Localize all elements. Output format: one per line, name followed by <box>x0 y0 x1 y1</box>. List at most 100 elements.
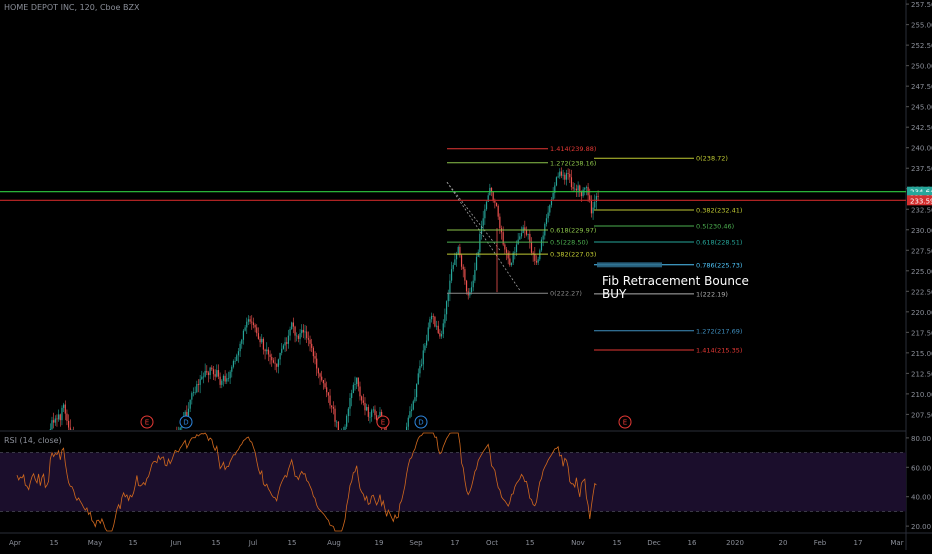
candle-body <box>191 393 193 400</box>
candle-body <box>247 319 250 322</box>
candle-body <box>277 359 280 367</box>
candle-body <box>251 321 253 323</box>
candle-body <box>519 236 521 240</box>
candle-body <box>572 187 574 189</box>
x-tick-label: Aug <box>327 539 341 547</box>
candle-body <box>474 269 476 281</box>
chart-title: HOME DEPOT INC, 120, Cboe BZX <box>4 3 140 12</box>
candle-body <box>196 384 198 393</box>
candle-body <box>272 360 275 363</box>
candle-body <box>246 321 248 328</box>
candle-body <box>439 333 441 337</box>
candle-body <box>287 335 289 344</box>
candle-body <box>552 192 554 200</box>
candle-body <box>412 401 414 410</box>
fib-level-label: 0.5(228.50) <box>550 239 588 247</box>
candle-body <box>534 254 536 261</box>
candle-body <box>224 375 226 382</box>
candle-body <box>455 254 458 260</box>
rsi-tick-label: 60.00 <box>911 464 931 472</box>
annotation-line2: BUY <box>602 287 627 301</box>
candle-body <box>362 400 364 403</box>
x-tick-label: 17 <box>854 539 863 547</box>
candle-body <box>216 370 218 377</box>
candle-body <box>555 177 558 186</box>
candle-body <box>301 329 303 334</box>
y-tick-label: 210.00 <box>911 391 932 399</box>
candle-body <box>367 407 369 417</box>
fib-zone-highlight <box>597 262 662 268</box>
x-tick-label: Nov <box>571 539 585 547</box>
candle-body <box>257 333 260 339</box>
candle-body <box>329 395 331 406</box>
candle-body <box>49 429 51 430</box>
x-tick-label: 20 <box>779 539 788 547</box>
event-marker-label: E <box>623 419 627 427</box>
candle-body <box>585 187 588 188</box>
candle-body <box>286 342 288 344</box>
candle-body <box>202 376 205 378</box>
candle-body <box>429 319 431 328</box>
candle-body <box>372 409 374 411</box>
candle-body <box>317 368 319 374</box>
candle-body <box>351 393 353 398</box>
candle-body <box>567 173 569 174</box>
candle-body <box>309 339 311 344</box>
candle-body <box>505 249 508 253</box>
candle-body <box>254 324 256 328</box>
candle-body <box>306 331 308 339</box>
rsi-tick-label: 40.00 <box>911 494 931 502</box>
candle-body <box>540 239 543 251</box>
candle-body <box>574 188 576 190</box>
fib-level-label: 1.272(217.69) <box>696 327 742 335</box>
candle-body <box>54 418 56 423</box>
candle-body <box>542 235 544 240</box>
price-chart[interactable]: 1.414(239.88) 1.272(238.16) 0.618(229.97) 0… <box>0 0 932 550</box>
candle-body <box>282 345 284 349</box>
candle-body <box>570 177 573 188</box>
candle-body <box>209 367 211 376</box>
candle-body <box>437 325 439 334</box>
candle-body <box>197 384 200 385</box>
y-tick-label: 217.50 <box>911 329 932 337</box>
candle-body <box>495 202 498 206</box>
candle-body <box>547 212 549 219</box>
candle-body <box>374 409 376 416</box>
candle-body <box>470 287 473 293</box>
candle-body <box>337 421 339 430</box>
candle-body <box>232 361 235 367</box>
candle-body <box>409 411 411 418</box>
candle-body <box>520 233 523 237</box>
y-tick-label: 242.50 <box>911 124 932 132</box>
candle-body <box>211 367 213 370</box>
candle-body <box>549 205 551 213</box>
candle-body <box>352 384 354 394</box>
candle-body <box>420 364 423 366</box>
y-tick-label: 237.50 <box>911 165 932 173</box>
candle-body <box>249 319 251 322</box>
horizontal-lines <box>0 191 906 201</box>
candle-body <box>514 251 516 253</box>
candle-body <box>569 173 571 178</box>
fib-level-label: 0.382(232.41) <box>696 206 742 214</box>
y-tick-label: 227.50 <box>911 247 932 255</box>
candle-body <box>304 331 306 333</box>
x-tick-label: May <box>88 539 102 547</box>
candle-body <box>464 269 466 281</box>
candle-body <box>499 216 501 229</box>
x-tick-label: Jun <box>170 539 182 547</box>
x-tick-label: Feb <box>814 539 827 547</box>
candle-body <box>61 407 63 421</box>
candle-body <box>590 200 593 214</box>
candle-body <box>447 293 449 302</box>
candle-body <box>452 265 454 270</box>
candle-body <box>297 335 299 339</box>
candle-body <box>241 339 243 344</box>
x-tick-label: 15 <box>288 539 297 547</box>
candle-body <box>276 363 278 367</box>
price-axis: 257.50 255.00 252.50 250.00 247.50 245.00 242.… <box>906 1 932 419</box>
fib-level-label: 0(222.27) <box>550 290 582 298</box>
candle-body <box>69 427 71 430</box>
candle-body <box>279 352 281 360</box>
candle-body <box>321 376 323 380</box>
